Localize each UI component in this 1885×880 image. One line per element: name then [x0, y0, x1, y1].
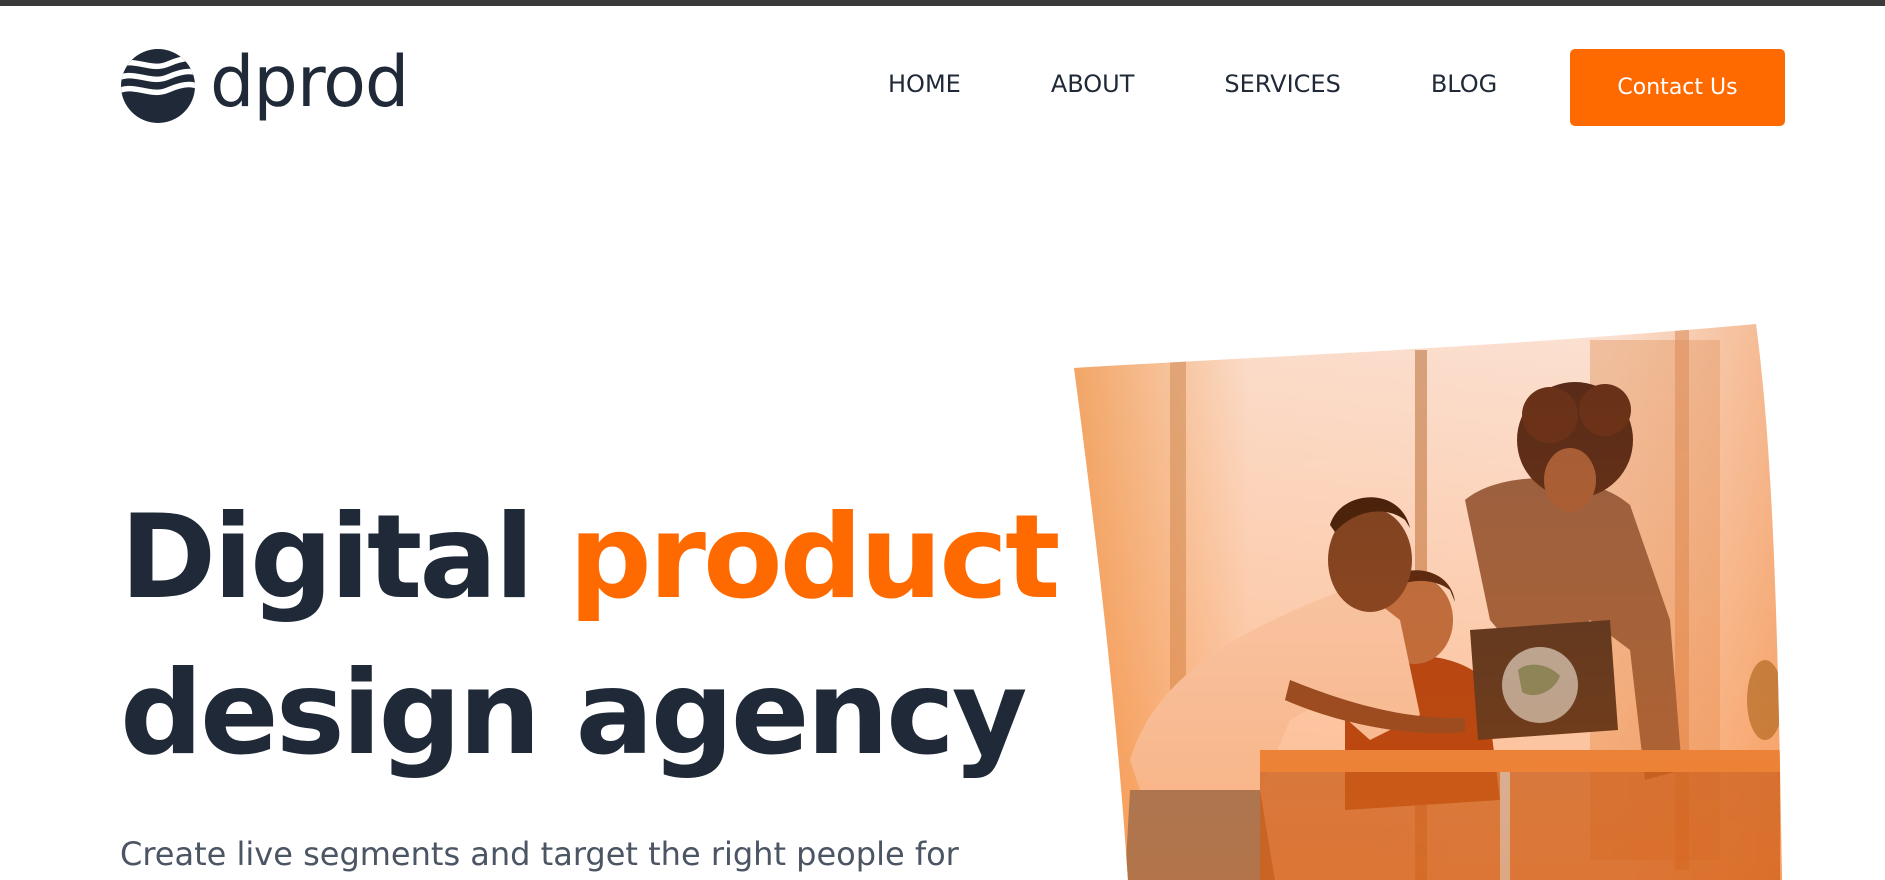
hero-title-part1: Digital: [120, 490, 569, 625]
nav-item-blog[interactable]: BLOG: [1431, 72, 1497, 96]
nav-item-services[interactable]: SERVICES: [1224, 72, 1340, 96]
hero-title: Digital product design agency: [120, 480, 1061, 792]
hero-title-line2: design agency: [120, 646, 1027, 781]
main-nav: HOME ABOUT SERVICES BLOG: [888, 72, 1497, 96]
hero-subtitle: Create live segments and target the righ…: [120, 835, 959, 873]
waves-globe-icon: [121, 49, 195, 123]
nav-item-home[interactable]: HOME: [888, 72, 961, 96]
site-logo[interactable]: dprod: [120, 41, 409, 124]
logo-wordmark: dprod: [210, 41, 409, 123]
team-photo-illustration: [1074, 324, 1782, 880]
contact-us-button[interactable]: Contact Us: [1570, 49, 1785, 126]
site-header: dprod HOME ABOUT SERVICES BLOG Contact U…: [0, 6, 1885, 156]
nav-item-about[interactable]: ABOUT: [1051, 72, 1135, 96]
hero-title-accent: product: [568, 490, 1061, 625]
hero-image: [1070, 320, 1790, 880]
